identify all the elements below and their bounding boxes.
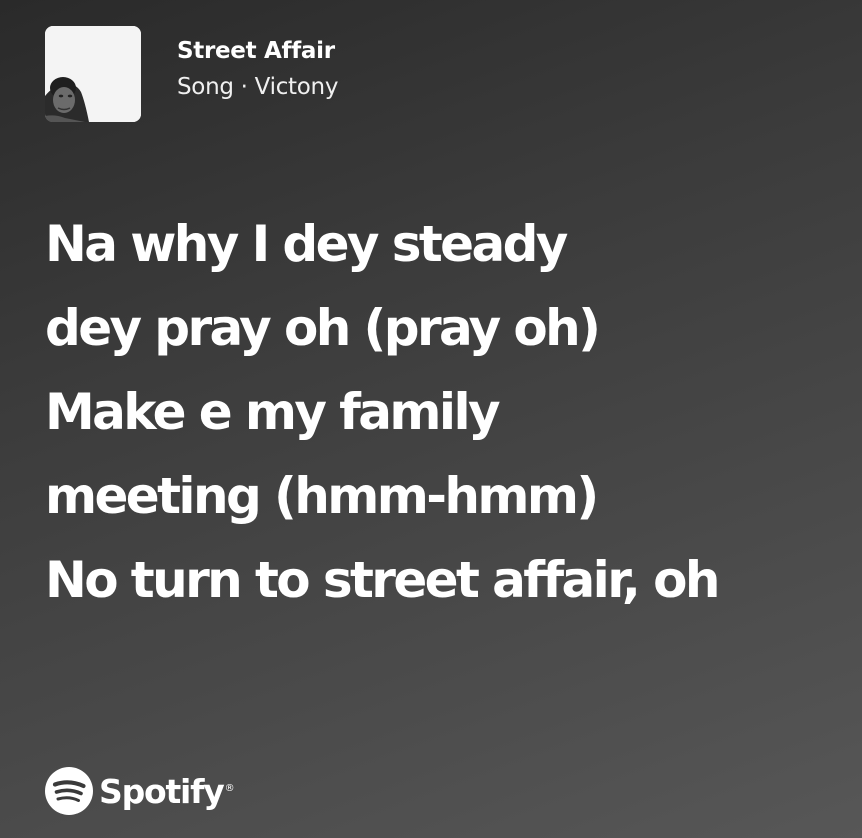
spotify-brand: Spotify® xyxy=(45,767,235,815)
registered-mark: ® xyxy=(224,782,235,794)
song-subtitle: Song · Victony xyxy=(177,74,339,100)
lyrics-block: Na why I dey steady dey pray oh (pray oh… xyxy=(45,202,845,622)
lyric-line: dey pray oh (pray oh) xyxy=(45,299,601,357)
track-header: Street Affair Song · Victony xyxy=(45,26,338,122)
album-cover xyxy=(45,26,141,122)
song-title: Street Affair xyxy=(177,38,335,65)
lyric-line: No turn to street affair, oh xyxy=(45,551,720,609)
track-meta: Street Affair Song · Victony xyxy=(177,38,338,101)
brand-name-text: Spotify xyxy=(99,771,225,811)
lyric-line: meeting (hmm-hmm) xyxy=(45,467,599,525)
lyrics-share-card: Street Affair Song · Victony Na why I de… xyxy=(0,0,862,838)
spotify-wordmark: Spotify® xyxy=(99,771,235,811)
spotify-logo-icon xyxy=(45,767,93,815)
lyric-line: Na why I dey steady xyxy=(45,215,568,273)
lyric-line: Make e my family xyxy=(45,383,501,441)
